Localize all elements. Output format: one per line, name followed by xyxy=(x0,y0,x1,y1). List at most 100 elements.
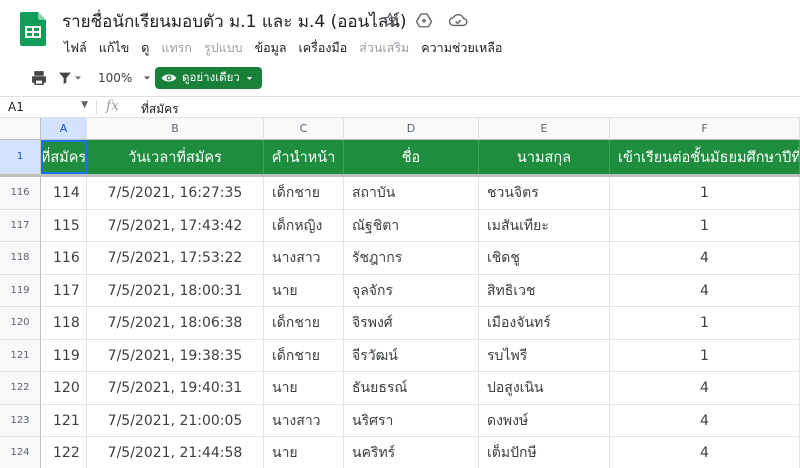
formula-input[interactable]: ที่สมัคร xyxy=(141,100,179,119)
column-header-a[interactable]: A xyxy=(41,118,87,140)
cell-application-no[interactable]: 121 xyxy=(41,404,87,437)
row-header[interactable]: 122 xyxy=(0,372,41,405)
row-header[interactable]: 118 xyxy=(0,242,41,275)
cell-datetime[interactable]: 7/5/2021, 16:27:35 xyxy=(87,177,264,209)
menu-data[interactable]: ข้อมูล xyxy=(249,36,293,60)
row-header[interactable]: 124 xyxy=(0,437,41,468)
menu-help[interactable]: ความช่วยเหลือ xyxy=(415,36,508,60)
menu-format[interactable]: รูปแบบ xyxy=(198,36,249,60)
cell-firstname[interactable]: สถาบัน xyxy=(344,177,479,209)
cell-grade[interactable]: 1 xyxy=(610,177,800,209)
header-cell-firstname[interactable]: ชื่อ xyxy=(344,140,479,174)
row-header[interactable]: 119 xyxy=(0,274,41,307)
cell-lastname[interactable]: เมสันเทียะ xyxy=(479,209,610,242)
cell-datetime[interactable]: 7/5/2021, 21:44:58 xyxy=(87,437,264,468)
cell-prefix[interactable]: นางสาว xyxy=(264,404,344,437)
cell-firstname[interactable]: นคริทร์ xyxy=(344,437,479,468)
cell-datetime[interactable]: 7/5/2021, 17:43:42 xyxy=(87,209,264,242)
sheets-logo-icon[interactable] xyxy=(20,12,46,46)
zoom-select[interactable]: 100% xyxy=(98,66,152,90)
column-header-b[interactable]: B xyxy=(87,118,264,140)
move-to-drive-icon[interactable] xyxy=(414,10,434,30)
cell-lastname[interactable]: สิทธิเวช xyxy=(479,274,610,307)
cell-firstname[interactable]: รัชฎากร xyxy=(344,242,479,274)
menu-insert[interactable]: แทรก xyxy=(155,36,198,60)
cell-prefix[interactable]: นาย xyxy=(264,372,344,404)
cell-firstname[interactable]: จิรพงศ์ xyxy=(344,307,479,339)
cell-grade[interactable]: 4 xyxy=(610,372,800,404)
cell-prefix[interactable]: เด็กชาย xyxy=(264,339,344,372)
cell-datetime[interactable]: 7/5/2021, 17:53:22 xyxy=(87,242,264,274)
cell-lastname[interactable]: ดงพงษ์ xyxy=(479,404,610,437)
cell-datetime[interactable]: 7/5/2021, 18:00:31 xyxy=(87,274,264,307)
table-row: 118 7/5/2021, 18:06:38 เด็กชาย จิรพงศ์ เมือง… xyxy=(41,307,800,340)
cell-application-no[interactable]: 115 xyxy=(41,209,87,242)
row-header[interactable]: 123 xyxy=(0,404,41,437)
cell-prefix[interactable]: เด็กชาย xyxy=(264,177,344,209)
name-box[interactable]: A1 ▼ xyxy=(0,97,92,117)
cell-lastname[interactable]: ชวนจิตร xyxy=(479,177,610,209)
cell-lastname[interactable]: รบไพรี xyxy=(479,339,610,372)
cell-firstname[interactable]: นริศรา xyxy=(344,404,479,437)
header-cell-lastname[interactable]: นามสกุล xyxy=(479,140,610,174)
cell-grade[interactable]: 4 xyxy=(610,437,800,468)
cell-lastname[interactable]: เต็มปักษี xyxy=(479,437,610,468)
cell-application-no[interactable]: 118 xyxy=(41,307,87,339)
view-only-mode-button[interactable]: ดูอย่างเดียว xyxy=(155,67,262,89)
header-cell-application-no[interactable]: ที่สมัคร xyxy=(41,140,87,174)
cell-prefix[interactable]: นาย xyxy=(264,437,344,468)
cell-firstname[interactable]: ธันยธรณ์ xyxy=(344,372,479,404)
cell-application-no[interactable]: 117 xyxy=(41,274,87,307)
cell-application-no[interactable]: 116 xyxy=(41,242,87,274)
menu-file[interactable]: ไฟล์ xyxy=(58,36,93,60)
cell-application-no[interactable]: 119 xyxy=(41,339,87,372)
cell-application-no[interactable]: 114 xyxy=(41,177,87,209)
cell-application-no[interactable]: 122 xyxy=(41,437,87,468)
cell-prefix[interactable]: นางสาว xyxy=(264,242,344,274)
cell-datetime[interactable]: 7/5/2021, 21:00:05 xyxy=(87,404,264,437)
star-icon[interactable] xyxy=(380,10,400,30)
toolbar: 100% ดูอย่างเดียว xyxy=(0,62,800,94)
menu-tools[interactable]: เครื่องมือ xyxy=(293,36,354,60)
cell-lastname[interactable]: เมืองจันทร์ xyxy=(479,307,610,339)
cell-grade[interactable]: 1 xyxy=(610,307,800,339)
cell-datetime[interactable]: 7/5/2021, 19:38:35 xyxy=(87,339,264,372)
select-all-corner[interactable] xyxy=(0,118,41,140)
cell-lastname[interactable]: เชิดชู xyxy=(479,242,610,274)
cell-prefix[interactable]: เด็กชาย xyxy=(264,307,344,339)
cell-grade[interactable]: 4 xyxy=(610,404,800,437)
menu-view[interactable]: ดู xyxy=(135,36,155,60)
column-header-f[interactable]: F xyxy=(610,118,800,140)
column-header-c[interactable]: C xyxy=(264,118,344,140)
cell-grade[interactable]: 1 xyxy=(610,209,800,242)
cell-grade[interactable]: 1 xyxy=(610,339,800,372)
row-header[interactable]: 116 xyxy=(0,177,41,210)
cell-firstname[interactable]: จุลจักร xyxy=(344,274,479,307)
column-header-d[interactable]: D xyxy=(344,118,479,140)
menu-edit[interactable]: แก้ไข xyxy=(93,36,135,60)
filter-icon[interactable] xyxy=(57,66,83,90)
cell-grade[interactable]: 4 xyxy=(610,274,800,307)
cell-application-no[interactable]: 120 xyxy=(41,372,87,404)
row-header-1[interactable]: 1 xyxy=(0,140,41,174)
cell-firstname[interactable]: จีรวัฒน์ xyxy=(344,339,479,372)
cloud-status-icon[interactable] xyxy=(448,10,468,30)
cell-firstname[interactable]: ณัฐชิตา xyxy=(344,209,479,242)
row-header[interactable]: 120 xyxy=(0,307,41,340)
cell-grade[interactable]: 4 xyxy=(610,242,800,274)
print-icon[interactable] xyxy=(30,66,48,90)
document-title[interactable]: รายชื่อนักเรียนมอบตัว ม.1 และ ม.4 (ออนไล… xyxy=(62,8,406,35)
header-cell-datetime[interactable]: วันเวลาที่สมัคร xyxy=(87,140,264,174)
menu-addons[interactable]: ส่วนเสริม xyxy=(353,36,415,60)
cell-prefix[interactable]: นาย xyxy=(264,274,344,307)
cell-prefix[interactable]: เด็กหญิง xyxy=(264,209,344,242)
header-cell-prefix[interactable]: คำนำหน้า xyxy=(264,140,344,174)
column-header-e[interactable]: E xyxy=(479,118,610,140)
eye-icon xyxy=(161,74,177,82)
cell-datetime[interactable]: 7/5/2021, 18:06:38 xyxy=(87,307,264,339)
cell-lastname[interactable]: ปอสูงเนิน xyxy=(479,372,610,404)
cell-datetime[interactable]: 7/5/2021, 19:40:31 xyxy=(87,372,264,404)
row-header[interactable]: 117 xyxy=(0,209,41,242)
row-header[interactable]: 121 xyxy=(0,339,41,372)
header-cell-grade[interactable]: เข้าเรียนต่อชั้นมัธยมศึกษาปีที่ xyxy=(610,140,800,174)
